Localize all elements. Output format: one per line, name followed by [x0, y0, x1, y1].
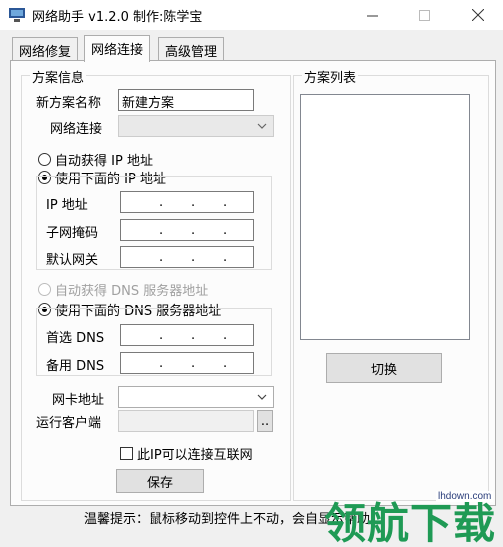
new-scheme-label: 新方案名称: [36, 96, 102, 111]
ip-dot: .: [191, 250, 196, 265]
chevron-down-icon: [257, 394, 267, 400]
radio-dot: [38, 153, 51, 166]
scheme-list-group: 方案列表 切换: [293, 67, 489, 501]
save-button[interactable]: 保存: [116, 469, 204, 493]
scheme-list-title: 方案列表: [302, 67, 359, 86]
maximize-button[interactable]: [401, 0, 447, 30]
ip-dot: .: [223, 356, 228, 371]
internet-check-label: 此IP可以连接互联网: [137, 448, 253, 463]
ip-address-input[interactable]: . . .: [120, 191, 254, 213]
ip-dot: .: [159, 356, 164, 371]
minimize-button[interactable]: [349, 0, 395, 30]
mac-select[interactable]: [118, 386, 274, 408]
ip-auto-radio[interactable]: 自动获得 IP 地址: [38, 150, 153, 169]
ip-dot: .: [223, 223, 228, 238]
dns-secondary-input[interactable]: . . .: [120, 352, 254, 374]
scheme-info-title: 方案信息: [30, 67, 87, 86]
ip-auto-label: 自动获得 IP 地址: [55, 154, 153, 169]
close-icon: [472, 9, 484, 21]
dns-auto-label: 自动获得 DNS 服务器地址: [55, 284, 209, 299]
connection-label: 网络连接: [50, 122, 103, 137]
ip-dot: .: [159, 250, 164, 265]
checkbox-box: [120, 447, 133, 460]
radio-dot: [38, 283, 51, 296]
subnet-input[interactable]: . . .: [120, 219, 254, 241]
tab-panel-network-connection: 方案信息 新方案名称 新建方案 网络连接 自动获得 IP 地址 使用下面的 IP…: [10, 60, 496, 506]
ip-dot: .: [191, 356, 196, 371]
connection-select[interactable]: [118, 115, 274, 137]
tab-network-connection[interactable]: 网络连接: [84, 35, 151, 62]
client-path-input[interactable]: [118, 410, 254, 432]
dns-primary-input[interactable]: . . .: [120, 324, 254, 346]
chevron-down-icon: [257, 123, 267, 129]
gateway-label: 默认网关: [46, 253, 99, 268]
dns-secondary-label: 备用 DNS: [46, 359, 105, 374]
browse-button[interactable]: ..: [257, 410, 273, 432]
ip-dot: .: [159, 195, 164, 210]
ip-dot: .: [223, 195, 228, 210]
ip-dot: .: [191, 328, 196, 343]
internet-checkbox[interactable]: 此IP可以连接互联网: [120, 444, 253, 463]
new-scheme-input[interactable]: 新建方案: [118, 89, 254, 111]
maximize-icon: [418, 9, 430, 21]
dns-auto-radio[interactable]: 自动获得 DNS 服务器地址: [38, 280, 208, 299]
network-icon: [9, 8, 25, 22]
watermark-logo: 领航下载 lhdown.com: [318, 490, 503, 547]
ip-dot: .: [159, 223, 164, 238]
tab-network-repair[interactable]: 网络修复: [12, 37, 79, 61]
subnet-label: 子网掩码: [46, 226, 99, 241]
ip-dot: .: [191, 195, 196, 210]
scheme-info-group: 方案信息 新方案名称 新建方案 网络连接 自动获得 IP 地址 使用下面的 IP…: [21, 67, 291, 501]
ip-dot: .: [223, 250, 228, 265]
ip-dot: .: [223, 328, 228, 343]
minimize-icon: [366, 15, 378, 16]
mac-label: 网卡地址: [52, 393, 105, 408]
scheme-list[interactable]: [300, 94, 470, 340]
window-title: 网络助手 v1.2.0 制作:陈学宝: [32, 10, 203, 25]
watermark-url: lhdown.com: [436, 491, 494, 502]
gateway-input[interactable]: . . .: [120, 246, 254, 268]
close-button[interactable]: [455, 0, 501, 30]
ip-address-label: IP 地址: [46, 198, 88, 213]
client-label: 运行客户端: [36, 416, 102, 431]
title-bar[interactable]: 网络助手 v1.2.0 制作:陈学宝: [0, 0, 503, 30]
dns-primary-label: 首选 DNS: [46, 331, 105, 346]
tab-advanced-management[interactable]: 高级管理: [158, 37, 225, 61]
ip-dot: .: [159, 328, 164, 343]
ip-dot: .: [191, 223, 196, 238]
switch-button[interactable]: 切换: [326, 353, 442, 383]
